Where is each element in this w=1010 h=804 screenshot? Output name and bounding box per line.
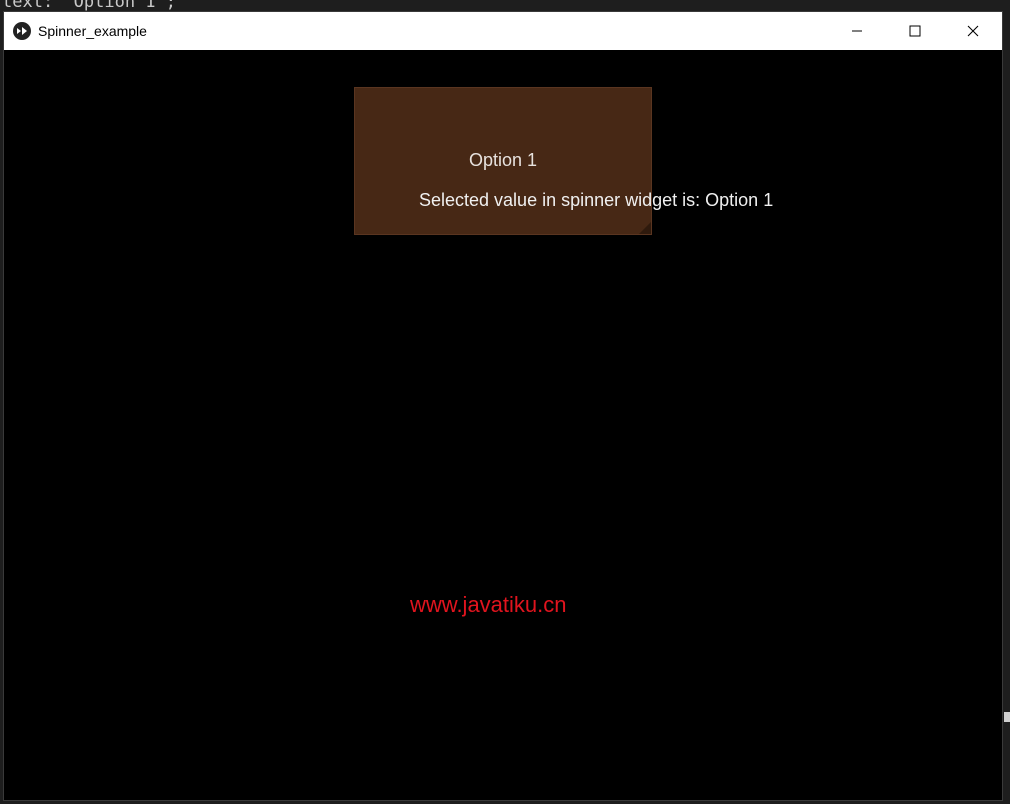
kivy-app-icon	[13, 22, 31, 40]
spinner-selected-text: Option 1	[468, 150, 538, 170]
title-bar[interactable]: Spinner_example	[4, 12, 1002, 50]
window-title: Spinner_example	[38, 23, 147, 39]
window-controls	[828, 12, 1002, 50]
app-content: Option 1 Selected value in spinner widge…	[4, 50, 1002, 800]
maximize-icon	[909, 25, 921, 37]
close-button[interactable]	[944, 12, 1002, 50]
minimize-icon	[852, 30, 862, 32]
spinner-dropdown-indicator	[639, 222, 651, 234]
maximize-button[interactable]	[886, 12, 944, 50]
app-window: Spinner_example Option 1 Selected value …	[4, 12, 1002, 800]
close-icon	[967, 25, 979, 37]
selected-value-label: Selected value in spinner widget is: Opt…	[419, 190, 774, 210]
watermark-text: www.javatiku.cn	[410, 592, 567, 617]
option-spinner[interactable]: Option 1	[354, 87, 652, 235]
background-scrollbar-fragment	[1004, 712, 1010, 722]
background-code-text: text: 'Option 1';	[2, 0, 176, 12]
minimize-button[interactable]	[828, 12, 886, 50]
